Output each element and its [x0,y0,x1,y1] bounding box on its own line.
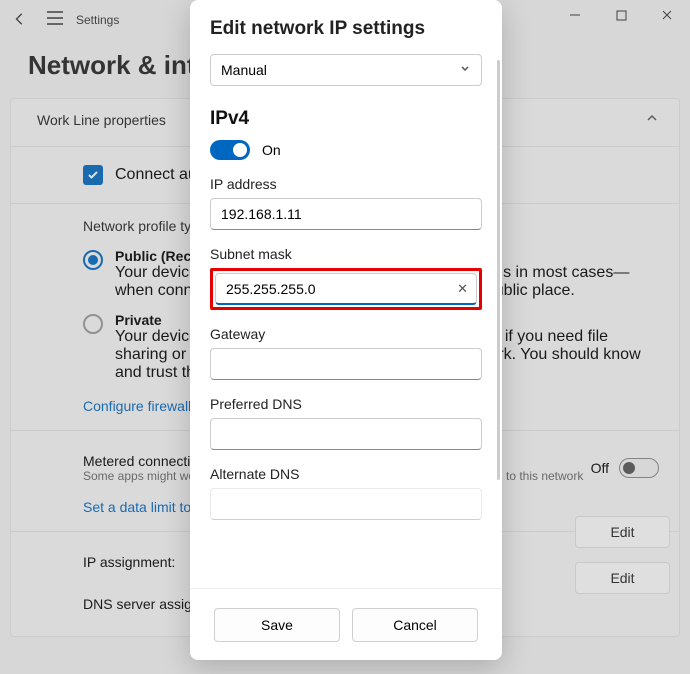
ip-address-value: 192.168.1.11 [221,206,302,222]
preferred-dns-label: Preferred DNS [210,396,482,412]
chevron-down-icon [459,62,471,78]
alternate-dns-label: Alternate DNS [210,466,482,482]
ip-address-input[interactable]: 192.168.1.11 [210,198,482,230]
cancel-button[interactable]: Cancel [352,608,478,642]
modal-title: Edit network IP settings [210,18,482,40]
alternate-dns-input[interactable] [210,488,482,520]
ipv4-toggle-label: On [262,142,281,158]
clear-icon[interactable]: ✕ [457,281,468,297]
subnet-value: 255.255.255.0 [226,281,316,297]
mode-select[interactable]: Manual [210,54,482,86]
preferred-dns-input[interactable] [210,418,482,450]
subnet-input[interactable]: 255.255.255.0 ✕ [215,273,477,305]
subnet-label: Subnet mask [210,246,482,262]
scrollbar-thumb[interactable] [497,60,500,480]
ipv4-heading: IPv4 [210,108,482,130]
subnet-highlight: 255.255.255.0 ✕ [210,268,482,310]
save-button[interactable]: Save [214,608,340,642]
gateway-label: Gateway [210,326,482,342]
mode-value: Manual [221,62,267,78]
gateway-input[interactable] [210,348,482,380]
ipv4-toggle[interactable] [210,140,250,160]
ip-address-label: IP address [210,176,482,192]
edit-ip-modal: Edit network IP settings Manual IPv4 On … [190,0,502,660]
